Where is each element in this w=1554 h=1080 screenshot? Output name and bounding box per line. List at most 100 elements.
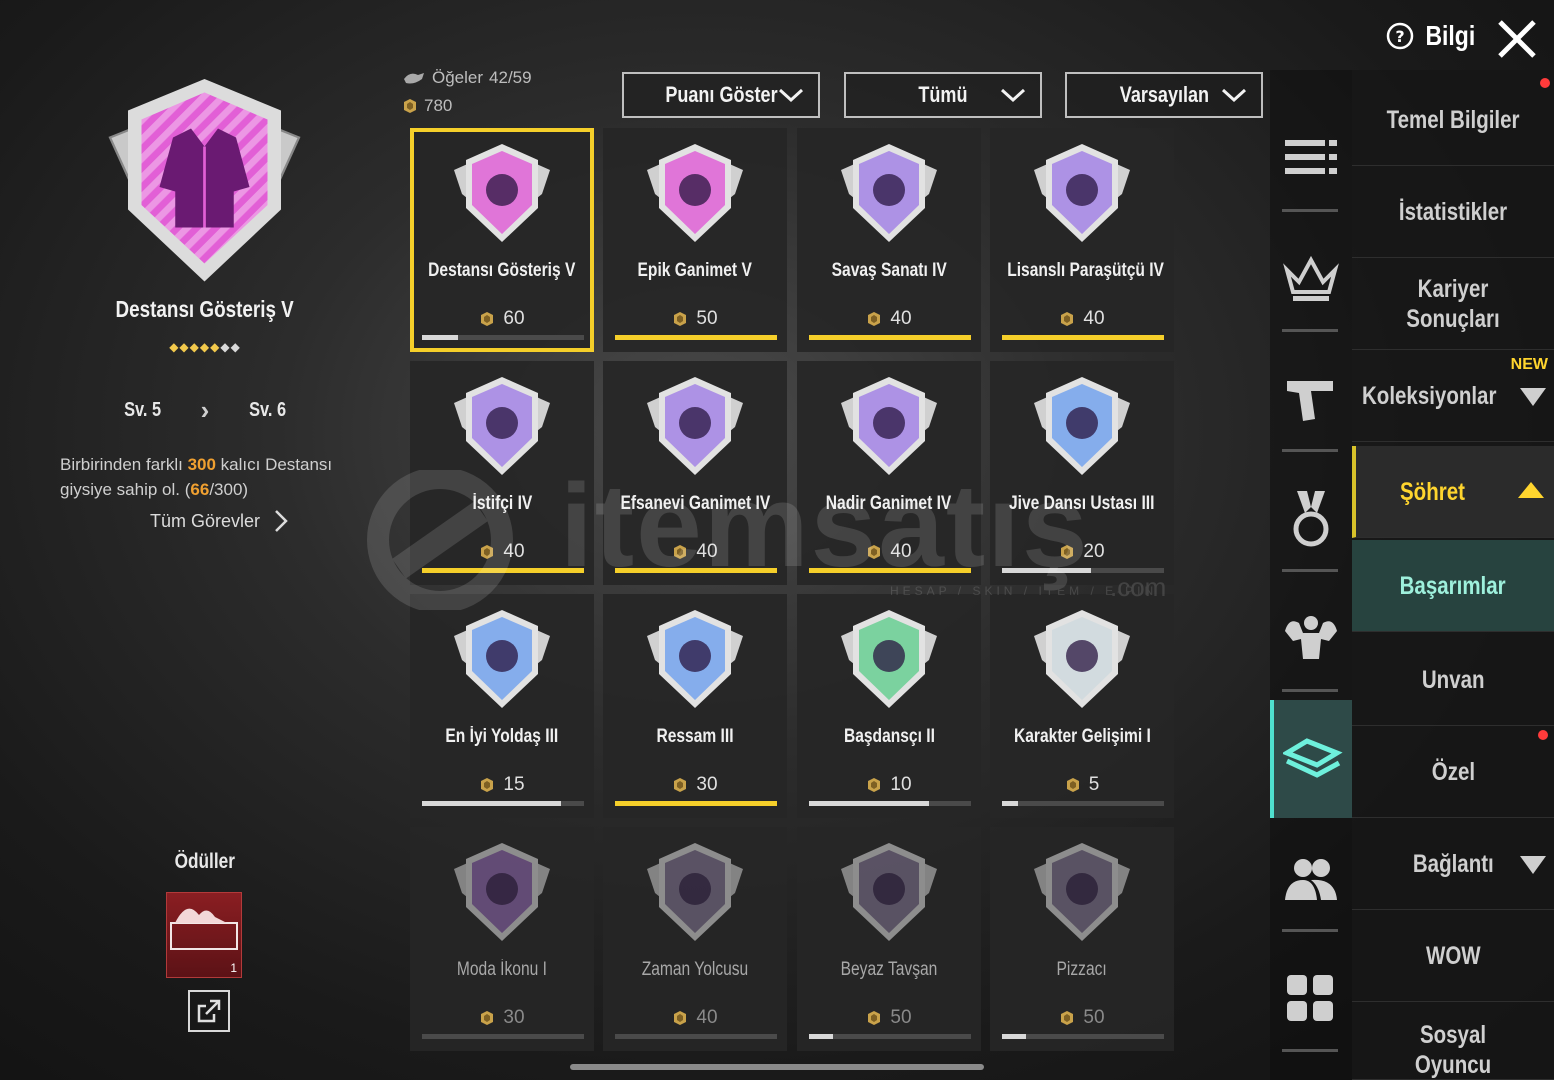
achievement-coin-icon <box>481 1011 494 1025</box>
achievement-coin-icon <box>481 778 494 792</box>
achievement-card[interactable]: Ressam III 30 <box>603 594 787 818</box>
achievement-name: Başdansçı II <box>843 726 935 747</box>
achievement-card[interactable]: Savaş Sanatı IV 40 <box>797 128 981 352</box>
achievement-badge-icon <box>647 144 743 242</box>
level-progression: Sv. 5 › Sv. 6 <box>120 395 290 425</box>
achievement-badge-icon <box>454 377 550 475</box>
achievement-name: Moda İkonu I <box>456 959 548 980</box>
achievement-badge-icon <box>841 843 937 941</box>
achievement-description: Birbirinden farklı 300 kalıcı Destansı g… <box>60 455 333 499</box>
achievement-coin-icon <box>481 312 494 326</box>
achievement-progress-bar <box>809 1034 971 1039</box>
rail-medal[interactable] <box>1270 460 1352 578</box>
achievement-progress-fill <box>422 335 458 340</box>
achievement-card[interactable]: Epik Ganimet V 50 <box>603 128 787 352</box>
menu-item-ozel[interactable]: Özel <box>1352 726 1554 818</box>
menu-item-sosyal-oyuncu-karti[interactable]: Sosyal Oyuncu Kartı <box>1352 1002 1554 1080</box>
achievement-card[interactable]: Başdansçı II 10 <box>797 594 981 818</box>
achievement-points: 50 <box>990 1007 1174 1029</box>
achievement-points: 15 <box>410 774 594 796</box>
achievement-points: 40 <box>603 541 787 563</box>
menu-item-istatistikler[interactable]: İstatistikler <box>1352 166 1554 258</box>
rail-weapon[interactable] <box>1270 340 1352 458</box>
menu-item-basarimlar[interactable]: Başarımlar <box>1352 540 1554 632</box>
rail-strength[interactable] <box>1270 580 1352 698</box>
achievement-name: Pizzacı <box>1056 959 1108 980</box>
achievement-badge-icon <box>841 610 937 708</box>
pistol-icon <box>1287 381 1333 421</box>
menu-item-baglanti[interactable]: Bağlantı <box>1352 818 1554 910</box>
achievement-card[interactable]: Moda İkonu I 30 <box>410 827 594 1051</box>
achievement-points: 40 <box>797 308 981 330</box>
achievement-coin-icon <box>1061 312 1074 326</box>
achievement-card[interactable]: Jive Dansı Ustası III 20 <box>990 361 1174 585</box>
new-badge: NEW <box>1510 356 1548 373</box>
achievement-progress-bar <box>1002 335 1164 340</box>
home-indicator[interactable] <box>570 1064 984 1070</box>
category-filter-dropdown[interactable]: Tümü <box>844 72 1042 118</box>
achievement-name: İstifçi IV <box>472 493 532 514</box>
list-icon <box>1285 140 1337 174</box>
achievement-points: 60 <box>410 308 594 330</box>
achievement-points: 30 <box>603 774 787 796</box>
menu-item-kariyer-sonuclari[interactable]: Kariyer Sonuçları <box>1352 258 1554 350</box>
rail-grid[interactable] <box>1270 940 1352 1058</box>
chevron-down-icon <box>778 88 804 103</box>
achievement-card[interactable]: Zaman Yolcusu 40 <box>603 827 787 1051</box>
chevron-down-icon <box>1520 856 1546 874</box>
chevron-down-icon <box>1221 88 1247 103</box>
achievement-points: 5 <box>990 774 1174 796</box>
achievement-badge-icon <box>1034 610 1130 708</box>
achievement-badge-icon <box>841 377 937 475</box>
chevron-down-icon <box>1520 388 1546 406</box>
crown-icon <box>1283 255 1339 301</box>
svg-text:?: ? <box>1395 27 1404 46</box>
achievement-card[interactable]: Beyaz Tavşan 50 <box>797 827 981 1051</box>
show-points-dropdown[interactable]: Puanı Göster <box>622 72 820 118</box>
achievement-card[interactable]: Lisanslı Paraşütçü IV 40 <box>990 128 1174 352</box>
rail-achievements[interactable] <box>1270 700 1352 818</box>
achievement-card[interactable]: Nadir Ganimet IV 40 <box>797 361 981 585</box>
rail-list[interactable] <box>1270 100 1352 218</box>
open-external-button[interactable] <box>188 990 230 1032</box>
achievement-name: Ressam III <box>656 726 734 747</box>
achievement-card[interactable]: Destansı Gösteriş V 60 <box>410 128 594 352</box>
close-icon[interactable] <box>1496 18 1538 60</box>
achievement-coin-icon <box>1061 1011 1074 1025</box>
achievement-coin-icon <box>674 778 687 792</box>
rail-crown[interactable] <box>1270 220 1352 338</box>
menu-item-wow[interactable]: WOW <box>1352 910 1554 1002</box>
menu-item-temel-bilgiler[interactable]: Temel Bilgiler <box>1352 74 1554 166</box>
achievement-progress-bar <box>422 1034 584 1039</box>
achievement-badge-icon <box>647 377 743 475</box>
menu-item-unvan[interactable]: Unvan <box>1352 634 1554 726</box>
achievement-progress-bar <box>422 801 584 806</box>
all-tasks-link[interactable]: Tüm Görevler <box>150 506 288 536</box>
achievement-coin-icon <box>1061 545 1074 559</box>
achievement-progress-bar <box>1002 801 1164 806</box>
achievement-badge-icon <box>454 144 550 242</box>
achievement-card[interactable]: En İyi Yoldaş III 15 <box>410 594 594 818</box>
reward-item[interactable]: 1 <box>166 892 242 978</box>
achievement-progress-fill <box>809 335 971 340</box>
menu-item-sohret[interactable]: Şöhret <box>1352 446 1554 538</box>
achievement-progress-fill <box>809 801 929 806</box>
info-button[interactable]: ? Bilgi <box>1386 20 1481 52</box>
sort-dropdown[interactable]: Varsayılan <box>1065 72 1263 118</box>
achievement-badge-icon <box>454 843 550 941</box>
reward-count: 1 <box>230 961 237 975</box>
achievement-progress-bar <box>809 801 971 806</box>
achievement-coin-icon <box>404 99 416 113</box>
achievement-badge-icon <box>841 144 937 242</box>
achievement-badge-icon <box>454 610 550 708</box>
achievement-progress-fill <box>422 568 584 573</box>
achievement-card[interactable]: İstifçi IV 40 <box>410 361 594 585</box>
achievement-card[interactable]: Karakter Gelişimi I 5 <box>990 594 1174 818</box>
rail-friends[interactable] <box>1270 820 1352 938</box>
achievement-card[interactable]: Efsanevi Ganimet IV 40 <box>603 361 787 585</box>
achievement-card[interactable]: Pizzacı 50 <box>990 827 1174 1051</box>
points-total: 780 <box>402 96 452 116</box>
medal-icon <box>1293 491 1329 547</box>
chevron-right-icon <box>275 510 288 532</box>
achievement-progress-bar <box>422 568 584 573</box>
